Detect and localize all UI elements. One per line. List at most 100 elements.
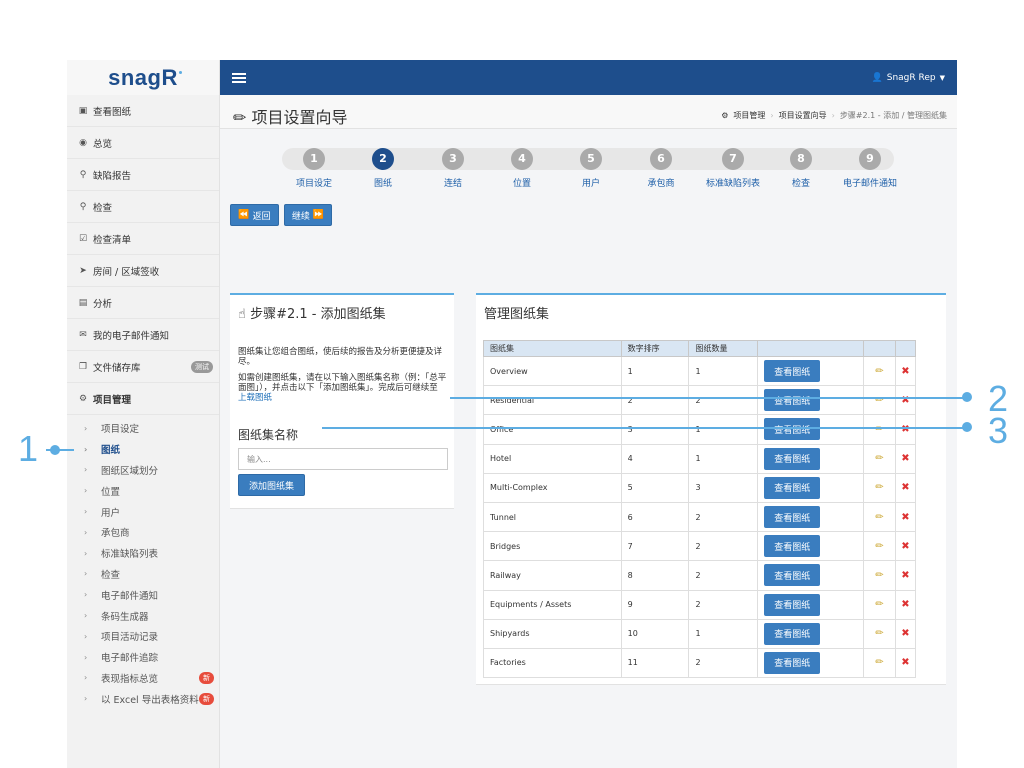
sidebar-subitem[interactable]: › 以 Excel 导出表格资料新 [67,688,219,709]
delete-icon[interactable]: ✖ [901,570,909,581]
drawing-set-name-input[interactable]: 输入... [238,448,448,470]
sidebar-item[interactable]: ❐ 文件储存库 测试 [67,351,219,383]
sidebar-item[interactable]: ⚲ 检查 [67,191,219,223]
view-cell: 查看图纸 [757,443,865,474]
edit-cell: ✏ [863,618,896,649]
image-icon: ▣ [78,105,88,116]
sidebar-item[interactable]: ✉ 我的电子邮件通知 [67,319,219,351]
callout-dot [962,392,972,402]
pencil-icon[interactable]: ✏ [875,512,883,523]
sidebar-subitem-label: 标准缺陷列表 [101,549,159,561]
sidebar-subitem[interactable]: › 电子邮件通知 [67,584,219,605]
drawing-set-name: Tunnel [483,501,622,533]
sidebar-item-label: 分析 [93,298,113,310]
sidebar-subitem[interactable]: › 承包商 [67,522,219,543]
wizard-step[interactable]: 6 承包商 [631,145,691,189]
column-header [894,340,917,357]
sidebar-subitem[interactable]: › 图纸 [67,439,219,460]
wizard-step[interactable]: 3 连结 [423,145,483,189]
sidebar-subitem-label: 图纸区域划分 [101,465,159,477]
pencil-icon[interactable]: ✏ [875,453,883,464]
sidebar-subitem-label: 电子邮件追踪 [101,653,159,665]
sidebar-item[interactable]: ◉ 总览 [67,127,219,159]
delete-icon[interactable]: ✖ [901,366,909,377]
sidebar-subitem[interactable]: › 表现指标总览 新 [67,668,219,689]
view-drawings-button[interactable]: 查看图纸 [764,622,821,645]
delete-icon[interactable]: ✖ [901,512,909,523]
view-drawings-button[interactable]: 查看图纸 [764,593,821,616]
drawing-set-count: 3 [688,472,759,503]
pencil-icon[interactable]: ✏ [875,628,883,639]
view-drawings-button[interactable]: 查看图纸 [764,476,821,499]
sidebar-subitem[interactable]: › 图纸区域划分 [67,460,219,481]
sidebar-subitem[interactable]: › 检查 [67,564,219,585]
user-menu[interactable]: 👤 SnagR Rep ▼ [872,73,945,83]
drawing-set-order: 10 [620,618,690,649]
delete-icon[interactable]: ✖ [901,453,909,464]
step-label: 检查 [791,179,810,189]
pencil-icon[interactable]: ✏ [875,366,883,377]
view-drawings-button[interactable]: 查看图纸 [764,564,821,587]
wizard-step[interactable]: 7 标准缺陷列表 [703,145,763,189]
wizard-step[interactable]: 2 图纸 [353,145,413,189]
wizard-step[interactable]: 9 电子邮件通知 [840,145,900,189]
drawing-set-name: Residential [483,385,622,416]
sidebar-subitem[interactable]: › 条码生成器 [67,605,219,626]
view-drawings-button[interactable]: 查看图纸 [764,447,821,470]
breadcrumb-item[interactable]: 项目管理 [733,110,765,121]
delete-icon[interactable]: ✖ [901,482,909,493]
pencil-icon[interactable]: ✏ [875,541,883,552]
delete-icon[interactable]: ✖ [901,599,909,610]
wizard-step[interactable]: 8 检查 [771,145,831,189]
view-drawings-button[interactable]: 查看图纸 [764,651,821,674]
delete-icon[interactable]: ✖ [901,657,909,668]
wizard-step[interactable]: 4 位置 [492,145,552,189]
menu-toggle-icon[interactable] [232,72,246,83]
sidebar-subitem[interactable]: › 用户 [67,501,219,522]
next-button[interactable]: 继续 ⏩ [284,204,332,226]
view-drawings-button[interactable]: 查看图纸 [764,360,821,383]
pencil-icon[interactable]: ✏ [875,599,883,610]
sidebar-subitem[interactable]: › 电子邮件追踪 [67,647,219,668]
sidebar-item[interactable]: ▤ 分析 [67,287,219,319]
delete-icon[interactable]: ✖ [901,541,909,552]
delete-icon[interactable]: ✖ [901,424,909,435]
chevron-right-icon: › [84,590,88,600]
view-drawings-button[interactable]: 查看图纸 [764,535,821,558]
wizard-step[interactable]: 1 项目设定 [284,145,344,189]
view-cell: 查看图纸 [757,385,865,416]
sidebar-subitem-label: 电子邮件通知 [101,590,159,602]
step-label: 用户 [581,179,600,189]
add-drawing-set-button[interactable]: 添加图纸集 [238,474,305,496]
sidebar-subitem[interactable]: › 项目活动记录 [67,626,219,647]
checklist-icon: ☑ [78,233,88,244]
pencil-icon[interactable]: ✏ [875,657,883,668]
sidebar-item[interactable]: ⚲ 缺陷报告 [67,159,219,191]
sidebar-item[interactable]: ☑ 检查清单 [67,223,219,255]
pencil-icon[interactable]: ✏ [875,570,883,581]
view-drawings-button[interactable]: 查看图纸 [764,506,821,529]
panel-title: ☝ 步骤#2.1 - 添加图纸集 [238,307,386,322]
sidebar-item[interactable]: ➤ 房间 / 区域签收 [67,255,219,287]
sidebar-subitem-label: 表现指标总览 [101,673,159,685]
view-drawings-button[interactable]: 查看图纸 [764,418,821,441]
wizard-step[interactable]: 5 用户 [561,145,621,189]
edit-cell: ✏ [863,414,896,445]
delete-icon[interactable]: ✖ [901,628,909,639]
sidebar-subitem[interactable]: › 项目设定 [67,418,219,439]
pencil-icon[interactable]: ✏ [875,482,883,493]
breadcrumb-item[interactable]: 项目设置向导 [779,110,827,121]
sidebar-subitem[interactable]: › 位置 [67,480,219,501]
view-drawings-button[interactable]: 查看图纸 [764,389,821,412]
add-drawing-set-panel: ☝ 步骤#2.1 - 添加图纸集 图纸集让您组合图纸，使后续的报告及分析更便捷及… [230,293,454,509]
step-number: 5 [580,148,602,170]
sidebar-item[interactable]: ▣ 查看图纸 [67,95,219,127]
upload-drawings-link[interactable]: 上载图纸 [238,393,272,403]
callout-number: 1 [18,428,39,469]
back-button[interactable]: ⏪ 返回 [230,204,279,226]
drawing-set-order: 8 [620,560,690,591]
logo[interactable]: snag R [67,60,219,95]
sidebar-item[interactable]: ⚙ 项目管理 [67,383,219,415]
pencil-icon[interactable]: ✏ [875,424,883,435]
sidebar-subitem[interactable]: › 标准缺陷列表 [67,543,219,564]
